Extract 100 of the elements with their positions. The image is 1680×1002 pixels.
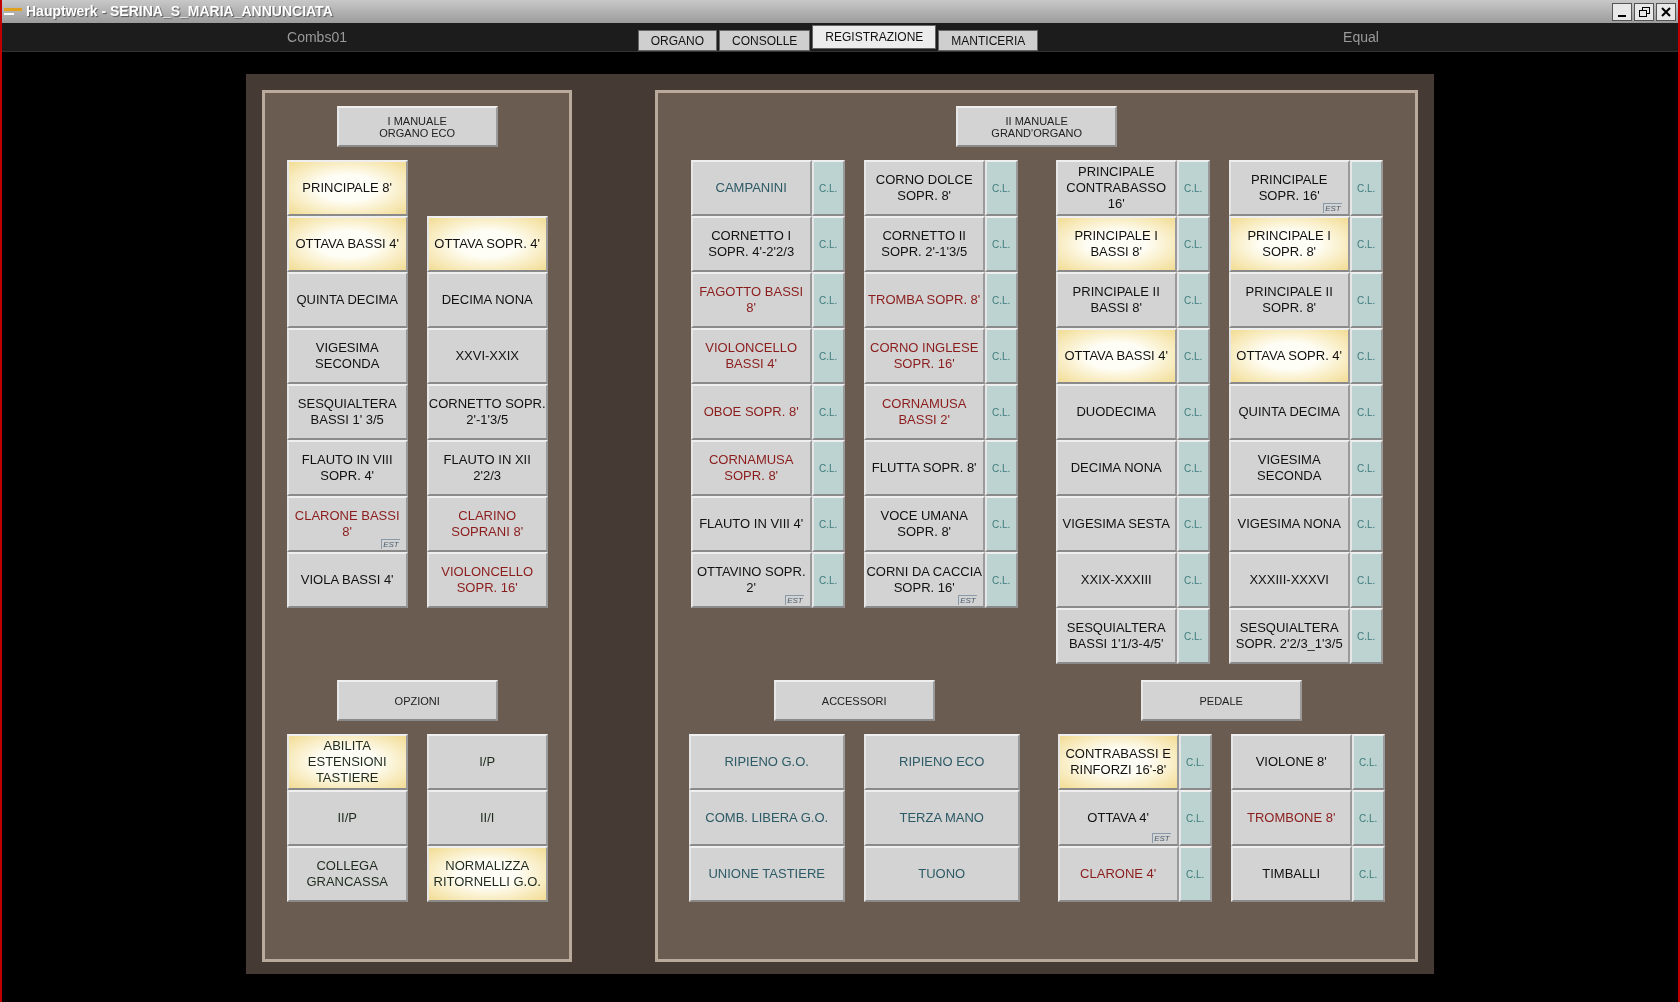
stop-button[interactable]: SESQUIALTERA SOPR. 2'2/3_1'3/5: [1228, 608, 1350, 664]
stop-button[interactable]: COMB. LIBERA G.O.: [688, 790, 845, 846]
stop-button[interactable]: PRINCIPALE II BASSI 8': [1055, 272, 1177, 328]
stop-button[interactable]: II/P: [286, 790, 408, 846]
stop-button[interactable]: ABILITA ESTENSIONI TASTIERE: [286, 734, 408, 790]
cl-button[interactable]: C.L.: [811, 160, 845, 216]
stop-button[interactable]: VIGESIMA SECONDA: [1228, 440, 1350, 496]
cl-button[interactable]: C.L.: [811, 440, 845, 496]
close-button[interactable]: [1656, 2, 1676, 21]
stop-button[interactable]: VIGESIMA SECONDA: [286, 328, 408, 384]
cl-button[interactable]: C.L.: [1351, 790, 1385, 846]
cl-button[interactable]: C.L.: [811, 552, 845, 608]
stop-button[interactable]: OTTAVA SOPR. 4': [1228, 328, 1350, 384]
stop-button[interactable]: CAMPANINI: [690, 160, 812, 216]
stop-button[interactable]: VIGESIMA SESTA: [1055, 496, 1177, 552]
cl-button[interactable]: C.L.: [984, 328, 1018, 384]
stop-button[interactable]: VIOLONE 8': [1230, 734, 1352, 790]
cl-button[interactable]: C.L.: [984, 216, 1018, 272]
stop-button[interactable]: XXIX-XXXIII: [1055, 552, 1177, 608]
stop-button[interactable]: TUONO: [863, 846, 1020, 902]
cl-button[interactable]: C.L.: [1349, 384, 1383, 440]
stop-button[interactable]: PRINCIPALE I BASSI 8': [1055, 216, 1177, 272]
cl-button[interactable]: C.L.: [1349, 160, 1383, 216]
cl-button[interactable]: C.L.: [1349, 440, 1383, 496]
stop-button[interactable]: QUINTA DECIMA: [286, 272, 408, 328]
cl-button[interactable]: C.L.: [1178, 790, 1212, 846]
stop-button[interactable]: CORNETTO II SOPR. 2'-1'3/5: [863, 216, 985, 272]
minimize-button[interactable]: [1612, 2, 1632, 21]
cl-button[interactable]: C.L.: [984, 160, 1018, 216]
stop-button[interactable]: TROMBONE 8': [1230, 790, 1352, 846]
stop-button[interactable]: PRINCIPALE II SOPR. 8': [1228, 272, 1350, 328]
stop-button[interactable]: PRINCIPALE 8': [286, 160, 408, 216]
stop-button[interactable]: VIOLONCELLO BASSI 4': [690, 328, 812, 384]
stop-button[interactable]: OTTAVA BASSI 4': [286, 216, 408, 272]
cl-button[interactable]: C.L.: [1349, 216, 1383, 272]
stop-button[interactable]: CORNAMUSA SOPR. 8': [690, 440, 812, 496]
stop-button[interactable]: OTTAVA SOPR. 4': [426, 216, 548, 272]
cl-button[interactable]: C.L.: [984, 384, 1018, 440]
cl-button[interactable]: C.L.: [1349, 328, 1383, 384]
section-header-button[interactable]: II MANUALE GRAND'ORGANO: [956, 106, 1118, 147]
stop-button[interactable]: RIPIENO G.O.: [688, 734, 845, 790]
stop-button[interactable]: PRINCIPALE SOPR. 16' EST: [1228, 160, 1350, 216]
stop-button[interactable]: CONTRABASSI E RINFORZI 16'-8': [1057, 734, 1179, 790]
stop-button[interactable]: RIPIENO ECO: [863, 734, 1020, 790]
stop-button[interactable]: PRINCIPALE I SOPR. 8': [1228, 216, 1350, 272]
stop-button[interactable]: FLAUTO IN VIII 4': [690, 496, 812, 552]
stop-button[interactable]: CORNO INGLESE SOPR. 16': [863, 328, 985, 384]
stop-button[interactable]: CORNETTO I SOPR. 4'-2'2/3: [690, 216, 812, 272]
stop-button[interactable]: COLLEGA GRANCASSA: [286, 846, 408, 902]
stop-button[interactable]: TERZA MANO: [863, 790, 1020, 846]
stop-button[interactable]: XXVI-XXIX: [426, 328, 548, 384]
cl-button[interactable]: C.L.: [811, 272, 845, 328]
cl-button[interactable]: C.L.: [1349, 608, 1383, 664]
stop-button[interactable]: FLAUTO IN VIII SOPR. 4': [286, 440, 408, 496]
cl-button[interactable]: C.L.: [1349, 496, 1383, 552]
restore-button[interactable]: [1634, 2, 1654, 21]
cl-button[interactable]: C.L.: [1178, 846, 1212, 902]
stop-button[interactable]: VIGESIMA NONA: [1228, 496, 1350, 552]
cl-button[interactable]: C.L.: [811, 384, 845, 440]
stop-button[interactable]: VOCE UMANA SOPR. 8': [863, 496, 985, 552]
stop-button[interactable]: FAGOTTO BASSI 8': [690, 272, 812, 328]
stop-button[interactable]: DECIMA NONA: [426, 272, 548, 328]
stop-button[interactable]: OBOE SOPR. 8': [690, 384, 812, 440]
section-header-button[interactable]: ACCESSORI: [773, 680, 935, 721]
cl-button[interactable]: C.L.: [1178, 734, 1212, 790]
stop-button[interactable]: DUODECIMA: [1055, 384, 1177, 440]
stop-button[interactable]: II/I: [426, 790, 548, 846]
stop-button[interactable]: OTTAVA 4' EST: [1057, 790, 1179, 846]
cl-button[interactable]: C.L.: [1176, 552, 1210, 608]
stop-button[interactable]: CORNETTO SOPR. 2'-1'3/5: [426, 384, 548, 440]
tab[interactable]: REGISTRAZIONE: [812, 25, 937, 49]
stop-button[interactable]: UNIONE TASTIERE: [688, 846, 845, 902]
section-header-button[interactable]: PEDALE: [1140, 680, 1302, 721]
stop-button[interactable]: OTTAVA BASSI 4': [1055, 328, 1177, 384]
cl-button[interactable]: C.L.: [1351, 734, 1385, 790]
stop-button[interactable]: CORNAMUSA BASSI 2': [863, 384, 985, 440]
stop-button[interactable]: VIOLA BASSI 4': [286, 552, 408, 608]
stop-button[interactable]: TIMBALLI: [1230, 846, 1352, 902]
cl-button[interactable]: C.L.: [1176, 440, 1210, 496]
cl-button[interactable]: C.L.: [1176, 160, 1210, 216]
cl-button[interactable]: C.L.: [984, 552, 1018, 608]
cl-button[interactable]: C.L.: [1349, 552, 1383, 608]
stop-button[interactable]: CLARINO SOPRANI 8': [426, 496, 548, 552]
stop-button[interactable]: SESQUIALTERA BASSI 1' 3/5: [286, 384, 408, 440]
cl-button[interactable]: C.L.: [1351, 846, 1385, 902]
stop-button[interactable]: FLUTTA SOPR. 8': [863, 440, 985, 496]
stop-button[interactable]: QUINTA DECIMA: [1228, 384, 1350, 440]
cl-button[interactable]: C.L.: [811, 216, 845, 272]
stop-button[interactable]: CLARONE BASSI 8' EST: [286, 496, 408, 552]
stop-button[interactable]: CLARONE 4': [1057, 846, 1179, 902]
stop-button[interactable]: DECIMA NONA: [1055, 440, 1177, 496]
cl-button[interactable]: C.L.: [811, 328, 845, 384]
stop-button[interactable]: TROMBA SOPR. 8': [863, 272, 985, 328]
cl-button[interactable]: C.L.: [984, 272, 1018, 328]
stop-button[interactable]: FLAUTO IN XII 2'2/3: [426, 440, 548, 496]
stop-button[interactable]: CORNI DA CACCIA SOPR. 16' EST: [863, 552, 985, 608]
cl-button[interactable]: C.L.: [1176, 272, 1210, 328]
tab[interactable]: MANTICERIA: [938, 30, 1039, 51]
cl-button[interactable]: C.L.: [1176, 328, 1210, 384]
tab[interactable]: CONSOLLE: [718, 30, 811, 51]
